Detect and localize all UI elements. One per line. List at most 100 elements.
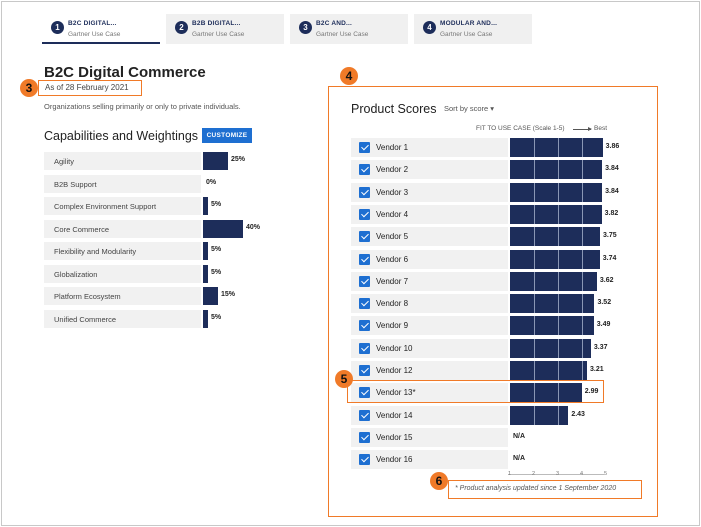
vendor-checkbox[interactable] bbox=[359, 142, 370, 153]
vendor-row: Vendor 15 N/A bbox=[351, 427, 641, 447]
tab-number-badge: 1 bbox=[51, 21, 64, 34]
vendor-checkbox[interactable] bbox=[359, 431, 370, 443]
capability-weight-bar bbox=[203, 287, 218, 305]
tab-title: B2C DIGITAL... bbox=[68, 20, 117, 27]
vendor-score-bar bbox=[510, 405, 569, 425]
vendor-checkbox[interactable] bbox=[359, 253, 370, 265]
bar-gridline bbox=[534, 249, 535, 269]
axis-tick-label: 4 bbox=[580, 471, 584, 477]
sort-label: Sort by score bbox=[444, 104, 489, 113]
bar-gridline bbox=[582, 204, 583, 224]
sort-dropdown[interactable]: Sort by score ▾ bbox=[444, 104, 494, 113]
capability-row: Complex Environment Support 5% bbox=[44, 197, 254, 215]
bar-gridline bbox=[534, 405, 535, 425]
customize-button[interactable]: CUSTOMIZE bbox=[202, 128, 252, 143]
tab-title: MODULAR AND... bbox=[440, 20, 498, 27]
bar-gridline bbox=[558, 405, 559, 425]
vendor-checkbox[interactable] bbox=[359, 365, 370, 376]
tab-b2c-digital[interactable]: 1 B2C DIGITAL... Gartner Use Case bbox=[42, 14, 160, 44]
bar-gridline bbox=[558, 138, 559, 157]
capability-label: Flexibility and Modularity bbox=[44, 242, 201, 260]
capability-row: Globalization 5% bbox=[44, 264, 254, 283]
vendor-score-bar bbox=[510, 338, 591, 358]
tab-title: B2C AND... bbox=[316, 20, 353, 27]
vendor-label-cell: Vendor 8 bbox=[351, 294, 508, 314]
bar-gridline bbox=[582, 316, 583, 336]
vendor-score-value: N/A bbox=[513, 432, 526, 440]
capabilities-title: Capabilities and Weightings bbox=[44, 129, 199, 143]
vendor-label-cell: Vendor 7 bbox=[351, 271, 508, 291]
vendor-name: Vendor 10 bbox=[376, 343, 413, 353]
chevron-down-icon: ▾ bbox=[490, 104, 495, 113]
vendor-score-value: 3.37 bbox=[593, 343, 608, 351]
vendor-checkbox[interactable] bbox=[359, 320, 370, 332]
highlight-box-vendor-13 bbox=[347, 380, 604, 403]
capability-label: Agility bbox=[44, 152, 201, 170]
vendor-row: Vendor 2 3.84 bbox=[351, 160, 641, 180]
tab-b2b-digital[interactable]: 2 B2B DIGITAL... Gartner Use Case bbox=[166, 14, 284, 44]
bar-gridline bbox=[534, 204, 535, 224]
capability-row: Unified Commerce 5% bbox=[44, 309, 254, 328]
vendor-row: Vendor 10 3.37 bbox=[351, 338, 641, 358]
capability-weight-bar bbox=[203, 264, 208, 283]
vendor-checkbox[interactable] bbox=[359, 231, 370, 243]
vendor-checkbox[interactable] bbox=[359, 454, 370, 466]
tab-modular-and[interactable]: 4 MODULAR AND... Gartner Use Case bbox=[414, 14, 532, 44]
vendor-checkbox[interactable] bbox=[359, 275, 370, 287]
bar-gridline bbox=[558, 361, 559, 380]
vendor-score-bar bbox=[510, 249, 600, 269]
tab-b2c-and[interactable]: 3 B2C AND... Gartner Use Case bbox=[290, 14, 408, 44]
capability-label: Unified Commerce bbox=[44, 309, 201, 328]
axis-tick-label: 5 bbox=[604, 471, 608, 477]
vendor-checkbox[interactable] bbox=[359, 164, 370, 176]
capability-label: Complex Environment Support bbox=[44, 197, 201, 215]
vendor-row: Vendor 1 3.86 bbox=[351, 138, 641, 157]
tab-subtitle: Gartner Use Case bbox=[68, 31, 121, 38]
vendor-row: Vendor 7 3.62 bbox=[351, 271, 641, 291]
vendor-name: Vendor 14 bbox=[376, 410, 413, 420]
axis-tick-label: 1 bbox=[508, 471, 512, 477]
tab-subtitle: Gartner Use Case bbox=[192, 31, 245, 38]
vendor-score-value: 3.62 bbox=[599, 276, 614, 284]
bar-gridline bbox=[534, 182, 535, 202]
vendor-checkbox[interactable] bbox=[359, 409, 370, 421]
bar-gridline bbox=[582, 271, 583, 291]
vendor-name: Vendor 9 bbox=[376, 321, 409, 331]
capability-row: B2B Support 0% bbox=[44, 174, 254, 193]
bar-gridline bbox=[558, 204, 559, 224]
vendor-score-bar bbox=[510, 361, 588, 380]
bar-gridline bbox=[582, 249, 583, 269]
capability-row: Agility 25% bbox=[44, 152, 254, 170]
capability-weight-value: 40% bbox=[246, 223, 261, 231]
vendor-label-cell: Vendor 6 bbox=[351, 249, 508, 269]
vendor-name: Vendor 5 bbox=[376, 232, 409, 242]
use-case-description: Organizations selling primarily or only … bbox=[44, 102, 241, 111]
capability-label: B2B Support bbox=[44, 174, 201, 193]
annotation-badge-6: 6 bbox=[430, 472, 448, 490]
vendor-name: Vendor 16 bbox=[376, 455, 413, 465]
vendor-name: Vendor 15 bbox=[376, 432, 413, 442]
vendor-score-value: 3.52 bbox=[597, 299, 612, 307]
vendor-score-bar bbox=[510, 138, 603, 157]
capability-weight-bar bbox=[203, 309, 208, 328]
capability-weight-bar bbox=[203, 152, 228, 170]
vendor-name: Vendor 12 bbox=[376, 366, 413, 375]
bar-gridline bbox=[582, 160, 583, 180]
bar-gridline bbox=[534, 294, 535, 314]
annotation-badge-3: 3 bbox=[20, 79, 38, 97]
annotation-badge-5: 5 bbox=[335, 370, 353, 388]
tab-subtitle: Gartner Use Case bbox=[440, 31, 493, 38]
vendor-checkbox[interactable] bbox=[359, 342, 370, 354]
capability-weight-bar bbox=[203, 219, 243, 238]
vendor-checkbox[interactable] bbox=[359, 208, 370, 220]
vendor-row: Vendor 9 3.49 bbox=[351, 316, 641, 336]
bar-gridline bbox=[558, 249, 559, 269]
vendor-checkbox[interactable] bbox=[359, 186, 370, 198]
bar-gridline bbox=[558, 294, 559, 314]
bar-gridline bbox=[582, 138, 583, 157]
fit-scale-label: FIT TO USE CASE (Scale 1-5) bbox=[476, 125, 565, 132]
vendor-checkbox[interactable] bbox=[359, 298, 370, 310]
capability-weight-bar bbox=[203, 197, 208, 215]
vendor-name: Vendor 2 bbox=[376, 165, 409, 175]
vendor-score-bar bbox=[510, 160, 603, 180]
